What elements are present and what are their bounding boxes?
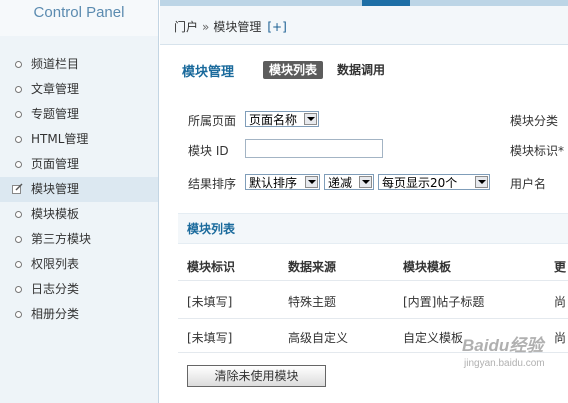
cell-ident[interactable]: [未填写]	[187, 293, 232, 310]
per-page-select[interactable]: 每页显示20个	[378, 174, 490, 190]
cell-update: 尚	[554, 295, 567, 309]
bullet-icon	[15, 61, 22, 68]
module-id-input[interactable]	[245, 139, 383, 158]
tab-data-call[interactable]: 数据调用	[337, 61, 385, 79]
chevron-down-icon	[475, 176, 488, 188]
sidebar-nav: 频道栏目 文章管理 专题管理 HTML管理 页面管理 模块管理 模块模板 第三方…	[0, 52, 158, 327]
sort-select-value: 默认排序	[249, 176, 298, 190]
baidu-watermark: Baidu经验 jingyan.baidu.com	[462, 331, 566, 381]
sidebar-item-channel[interactable]: 频道栏目	[0, 52, 158, 77]
sort-select[interactable]: 默认排序	[245, 174, 320, 190]
bullet-icon	[15, 161, 22, 168]
sidebar-item-label: 页面管理	[31, 157, 80, 171]
sidebar-item-label: HTML管理	[31, 132, 89, 146]
cell-template: [内置]帖子标题	[403, 295, 485, 309]
bullet-icon	[15, 211, 22, 218]
sidebar-item-modules[interactable]: 模块管理	[0, 177, 158, 202]
sidebar-item-label: 专题管理	[31, 107, 80, 121]
page-filter-label: 所属页面	[188, 114, 237, 128]
bullet-icon	[15, 111, 22, 118]
page-title: 模块管理	[182, 65, 235, 80]
bullet-icon	[15, 311, 22, 318]
sidebar-item-label: 频道栏目	[31, 57, 80, 71]
sidebar-item-label: 文章管理	[31, 82, 80, 96]
per-page-select-value: 每页显示20个	[382, 176, 458, 190]
chevron-down-icon	[304, 113, 317, 125]
sidebar-item-label: 权限列表	[31, 257, 80, 271]
control-panel-title: Control Panel	[0, 0, 158, 36]
chevron-down-icon	[359, 176, 372, 188]
bullet-icon	[15, 236, 22, 243]
column-header-update: 更	[554, 260, 567, 274]
clear-unused-modules-button[interactable]: 清除未使用模块	[187, 365, 326, 387]
sidebar-item-label: 模块模板	[31, 207, 80, 221]
column-header-template: 模块模板	[403, 260, 452, 274]
breadcrumb-home[interactable]: 门户	[174, 20, 198, 34]
sidebar-item-articles[interactable]: 文章管理	[0, 77, 158, 102]
cell-source: 特殊主题	[288, 295, 337, 309]
bullet-icon	[15, 261, 22, 268]
chevron-down-icon	[305, 176, 318, 188]
sidebar-item-third-party[interactable]: 第三方模块	[0, 227, 158, 252]
sidebar-item-log-categories[interactable]: 日志分类	[0, 277, 158, 302]
sidebar-item-html[interactable]: HTML管理	[0, 127, 158, 152]
order-select-value: 递减	[328, 176, 353, 190]
add-shortcut-link[interactable]: [+]	[267, 20, 286, 34]
sidebar: Control Panel 频道栏目 文章管理 专题管理 HTML管理 页面管理…	[0, 0, 159, 403]
username-label: 用户名	[510, 177, 547, 191]
sidebar-item-label: 日志分类	[31, 282, 80, 296]
sidebar-item-module-templates[interactable]: 模块模板	[0, 202, 158, 227]
module-ident-label: 模块标识*	[510, 144, 565, 158]
sidebar-item-permissions[interactable]: 权限列表	[0, 252, 158, 277]
sidebar-item-label: 第三方模块	[31, 232, 92, 246]
sidebar-item-label: 模块管理	[31, 182, 80, 196]
page-select-value: 页面名称	[249, 113, 298, 127]
sidebar-item-topics[interactable]: 专题管理	[0, 102, 158, 127]
bullet-icon	[15, 86, 22, 93]
column-header-source: 数据来源	[288, 260, 337, 274]
sidebar-item-pages[interactable]: 页面管理	[0, 152, 158, 177]
breadcrumb-separator: »	[202, 20, 210, 34]
cell-template: 自定义模板	[403, 331, 464, 345]
module-list-header: 模块列表	[178, 213, 568, 244]
tab-module-list[interactable]: 模块列表	[263, 61, 324, 79]
cell-source: 高级自定义	[288, 331, 349, 345]
watermark-url: jingyan.baidu.com	[464, 358, 545, 369]
sidebar-item-album-categories[interactable]: 相册分类	[0, 302, 158, 327]
breadcrumb: 门户 » 模块管理 [+]	[160, 6, 568, 45]
column-header-ident: 模块标识	[187, 260, 236, 274]
order-select[interactable]: 递减	[324, 174, 374, 190]
row-divider	[178, 318, 568, 319]
category-filter-label: 模块分类	[510, 114, 559, 128]
row-divider	[178, 280, 568, 281]
cell-ident[interactable]: [未填写]	[187, 329, 232, 346]
bullet-icon	[15, 286, 22, 293]
watermark-brand: Baidu经验	[462, 336, 544, 355]
sort-label: 结果排序	[188, 177, 237, 191]
breadcrumb-current: 模块管理	[213, 20, 262, 34]
sidebar-item-label: 相册分类	[31, 307, 80, 321]
page-select[interactable]: 页面名称	[245, 111, 319, 127]
bullet-icon	[15, 136, 22, 143]
edit-icon	[12, 183, 23, 194]
module-id-label: 模块 ID	[188, 144, 229, 158]
